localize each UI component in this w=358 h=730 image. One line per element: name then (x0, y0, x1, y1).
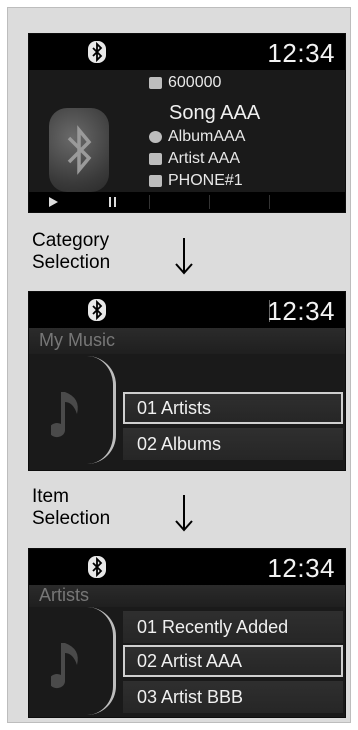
track-number-row: 600000 (149, 74, 221, 92)
list-item-label: 03 Artist BBB (137, 687, 244, 707)
music-note-icon (51, 392, 78, 438)
list-item[interactable]: 01 Artists (123, 392, 343, 424)
list-item-label: 01 Recently Added (137, 617, 289, 637)
item-selection-label: Item Selection (32, 486, 110, 530)
menu-header: My Music (29, 328, 345, 354)
track-number: 600000 (168, 74, 222, 91)
label-line: Selection (32, 252, 111, 273)
label-line: Category (32, 230, 110, 251)
clock: 12:34 (267, 553, 335, 583)
music-note-icon (51, 643, 78, 689)
label-line: Selection (32, 508, 111, 529)
bluetooth-icon (88, 299, 106, 321)
bluetooth-icon (88, 556, 106, 578)
list-item[interactable]: 01 Recently Added (123, 611, 343, 643)
list-item[interactable]: 03 Artist BBB (123, 681, 343, 713)
play-icon[interactable] (49, 197, 58, 207)
clock: 12:34 (267, 296, 335, 326)
phone-icon (149, 175, 162, 187)
device-name: PHONE#1 (168, 172, 243, 189)
album-icon (149, 131, 162, 143)
down-arrow-icon (175, 495, 193, 532)
album-row: AlbumAAA (149, 128, 245, 146)
list-item-label: 02 Artist AAA (137, 651, 243, 671)
control-divider (149, 195, 150, 209)
control-divider (269, 195, 270, 209)
status-bar: 12:34 (29, 292, 345, 328)
diagram-panel: 12:34 600000 Song AAA AlbumAAA Artist AA… (7, 7, 351, 723)
track-icon (149, 77, 162, 89)
album-name: AlbumAAA (168, 128, 246, 145)
label-line: Item (32, 486, 69, 507)
list-item[interactable]: 02 Albums (123, 428, 343, 460)
list-item[interactable]: 02 Artist AAA (123, 645, 343, 677)
pause-icon[interactable] (109, 197, 116, 207)
list-item-label: 02 Albums (137, 434, 222, 454)
menu-header: Artists (29, 585, 345, 607)
list-item-label: 01 Artists (137, 398, 212, 418)
control-divider (209, 195, 210, 209)
scroll-arc (87, 607, 116, 715)
now-playing-screen: 12:34 600000 Song AAA AlbumAAA Artist AA… (28, 33, 346, 213)
category-screen: 12:34 My Music 01 Artists 02 Albums (28, 291, 346, 471)
playback-controls (29, 192, 345, 212)
bluetooth-audio-icon (49, 108, 109, 192)
menu-title: Artists (39, 585, 90, 605)
song-title: Song AAA (169, 102, 261, 124)
scroll-arc (87, 356, 116, 464)
artist-icon (149, 153, 162, 165)
device-row: PHONE#1 (149, 172, 243, 190)
status-bar: 12:34 (29, 549, 345, 585)
status-bar: 12:34 (29, 34, 345, 70)
bluetooth-icon (88, 41, 106, 63)
clock: 12:34 (267, 38, 335, 68)
down-arrow-icon (175, 238, 193, 275)
category-selection-label: Category Selection (32, 230, 110, 274)
menu-title: My Music (39, 330, 115, 350)
artist-name: Artist AAA (168, 150, 241, 167)
artist-row: Artist AAA (149, 150, 240, 168)
item-screen: 12:34 Artists 01 Recently Added 02 Artis… (28, 548, 346, 718)
